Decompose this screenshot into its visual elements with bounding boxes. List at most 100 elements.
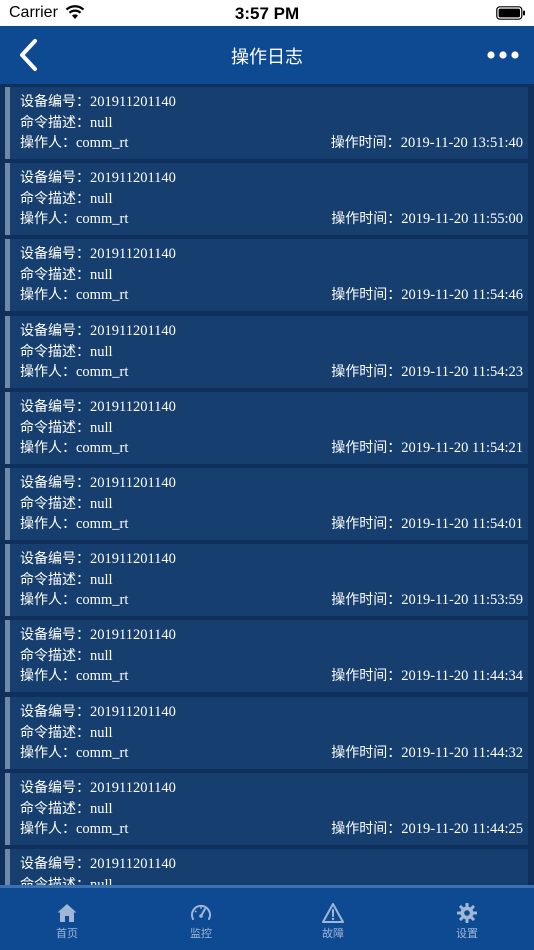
command-desc-value: null: [90, 267, 113, 284]
command-desc-row: 命令描述：null: [20, 265, 113, 286]
op-time-label: 操作时间：: [331, 211, 402, 228]
log-card[interactable]: 设备编号：201911201140 命令描述：null 操作人：comm_rt 操作时…: [5, 620, 528, 693]
home-icon: [57, 904, 77, 922]
device-no-label: 设备编号：: [20, 398, 90, 415]
op-time-row: 操作时间：2019-11-20 11:54:23: [331, 362, 523, 383]
operator-label: 操作人：: [20, 439, 76, 456]
more-icon[interactable]: [486, 46, 520, 64]
op-time-label: 操作时间：: [331, 744, 402, 761]
device-no-label: 设备编号：: [20, 856, 90, 872]
log-card[interactable]: 设备编号：201911201140 命令描述：null 操作人：comm_rt 操作时…: [5, 239, 528, 312]
warning-icon: [322, 903, 344, 923]
op-time-row: 操作时间：2019-11-20 11:44:32: [331, 743, 523, 764]
tab-settings[interactable]: 设置: [400, 902, 534, 941]
command-desc-row: 命令描述：null: [20, 723, 113, 744]
tab-label: 首页: [56, 927, 78, 940]
tab-monitor[interactable]: 监控: [134, 902, 268, 941]
command-desc-row: 命令描述：null: [20, 113, 113, 134]
gear-icon: [457, 903, 477, 923]
tab-label: 设置: [456, 927, 478, 940]
operator-row: 操作人：comm_rt: [20, 438, 128, 459]
command-desc-label: 命令描述：: [20, 115, 90, 131]
device-no-row: 设备编号：201911201140: [20, 397, 176, 418]
op-time-label: 操作时间：: [331, 668, 402, 685]
command-desc-value: null: [90, 877, 113, 885]
command-desc-label: 命令描述：: [20, 800, 90, 817]
command-desc-label: 命令描述：: [20, 343, 90, 360]
command-desc-label: 命令描述：: [20, 724, 90, 741]
command-desc-row: 命令描述：null: [20, 418, 113, 439]
operator-label: 操作人：: [20, 211, 76, 228]
op-time-label: 操作时间：: [331, 363, 402, 380]
operator-row: 操作人：comm_rt: [20, 743, 128, 764]
op-time-label: 操作时间：: [331, 287, 402, 304]
op-time-value: 2019-11-20 11:54:46: [401, 287, 523, 304]
device-no-value: 201911201140: [90, 703, 176, 720]
device-no-row: 设备编号：201911201140: [20, 854, 176, 875]
tab-fault[interactable]: 故障: [266, 902, 400, 941]
command-desc-row: 命令描述：null: [20, 189, 113, 210]
device-no-label: 设备编号：: [20, 703, 90, 720]
device-no-value: 201911201140: [90, 94, 176, 110]
tab-bar: 首页 监控 故障 设置: [0, 885, 534, 950]
operator-row: 操作人：comm_rt: [20, 209, 128, 230]
log-card[interactable]: 设备编号：201911201140 命令描述：null 操作人：comm_rt 操作时…: [5, 391, 528, 464]
device-no-row: 设备编号：201911201140: [20, 702, 176, 723]
command-desc-label: 命令描述：: [20, 877, 90, 885]
op-time-value: 2019-11-20 11:44:32: [401, 744, 523, 761]
operator-label: 操作人：: [20, 516, 76, 532]
log-card[interactable]: 设备编号：201911201140 命令描述：null 操作人：comm_rt 操作时…: [5, 163, 528, 236]
operator-label: 操作人：: [20, 363, 76, 380]
op-time-row: 操作时间：2019-11-20 11:44:34: [331, 666, 523, 687]
command-desc-value: null: [90, 419, 113, 436]
device-no-value: 201911201140: [90, 779, 176, 796]
device-no-label: 设备编号：: [20, 551, 90, 568]
command-desc-label: 命令描述：: [20, 496, 90, 512]
device-no-label: 设备编号：: [20, 779, 90, 796]
command-desc-value: null: [90, 191, 113, 208]
command-desc-row: 命令描述：null: [20, 875, 113, 885]
device-no-label: 设备编号：: [20, 322, 90, 339]
log-card[interactable]: 设备编号：201911201140 命令描述：null: [5, 849, 528, 885]
command-desc-value: null: [90, 343, 113, 360]
op-time-value: 2019-11-20 11:54:21: [401, 439, 523, 456]
command-desc-value: null: [90, 115, 113, 131]
tab-label: 故障: [322, 927, 344, 940]
tab-home[interactable]: 首页: [0, 902, 134, 941]
op-time-label: 操作时间：: [331, 516, 402, 532]
command-desc-label: 命令描述：: [20, 191, 90, 208]
operator-value: comm_rt: [76, 820, 129, 837]
operator-label: 操作人：: [20, 287, 76, 304]
device-no-row: 设备编号：201911201140: [20, 778, 176, 799]
battery-icon: [496, 6, 525, 20]
op-time-label: 操作时间：: [331, 592, 402, 609]
log-card[interactable]: 设备编号：201911201140 命令描述：null 操作人：comm_rt 操作时…: [5, 315, 528, 388]
status-bar: Carrier 3:57 PM: [0, 0, 534, 26]
device-no-row: 设备编号：201911201140: [20, 549, 176, 570]
op-time-value: 2019-11-20 11:55:00: [401, 211, 523, 228]
device-no-value: 201911201140: [90, 322, 176, 339]
operator-row: 操作人：comm_rt: [20, 666, 128, 687]
op-time-label: 操作时间：: [330, 135, 401, 151]
command-desc-row: 命令描述：null: [20, 570, 113, 591]
operator-row: 操作人：comm_rt: [20, 285, 128, 306]
command-desc-value: null: [90, 572, 113, 589]
op-time-value: 2019-11-20 11:44:34: [401, 668, 523, 685]
log-card[interactable]: 设备编号：201911201140 命令描述：null 操作人：comm_rt 操作时…: [5, 87, 528, 159]
op-time-value: 2019-11-20 11:54:01: [401, 516, 523, 532]
operator-label: 操作人：: [20, 820, 76, 837]
log-card[interactable]: 设备编号：201911201140 命令描述：null 操作人：comm_rt 操作时…: [5, 468, 528, 540]
operator-value: comm_rt: [76, 592, 129, 609]
device-no-row: 设备编号：201911201140: [20, 244, 176, 265]
tab-label: 监控: [190, 927, 212, 940]
device-no-value: 201911201140: [90, 475, 176, 491]
device-no-value: 201911201140: [90, 551, 176, 568]
log-list[interactable]: 设备编号：201911201140 命令描述：null 操作人：comm_rt 操作时…: [0, 84, 534, 885]
command-desc-row: 命令描述：null: [20, 494, 113, 515]
log-card[interactable]: 设备编号：201911201140 命令描述：null 操作人：comm_rt 操作时…: [5, 696, 528, 769]
operator-value: comm_rt: [76, 363, 129, 380]
op-time-label: 操作时间：: [331, 439, 402, 456]
log-card[interactable]: 设备编号：201911201140 命令描述：null 操作人：comm_rt 操作时…: [5, 772, 528, 845]
op-time-row: 操作时间：2019-11-20 11:55:00: [331, 209, 523, 230]
log-card[interactable]: 设备编号：201911201140 命令描述：null 操作人：comm_rt 操作时…: [5, 544, 528, 617]
